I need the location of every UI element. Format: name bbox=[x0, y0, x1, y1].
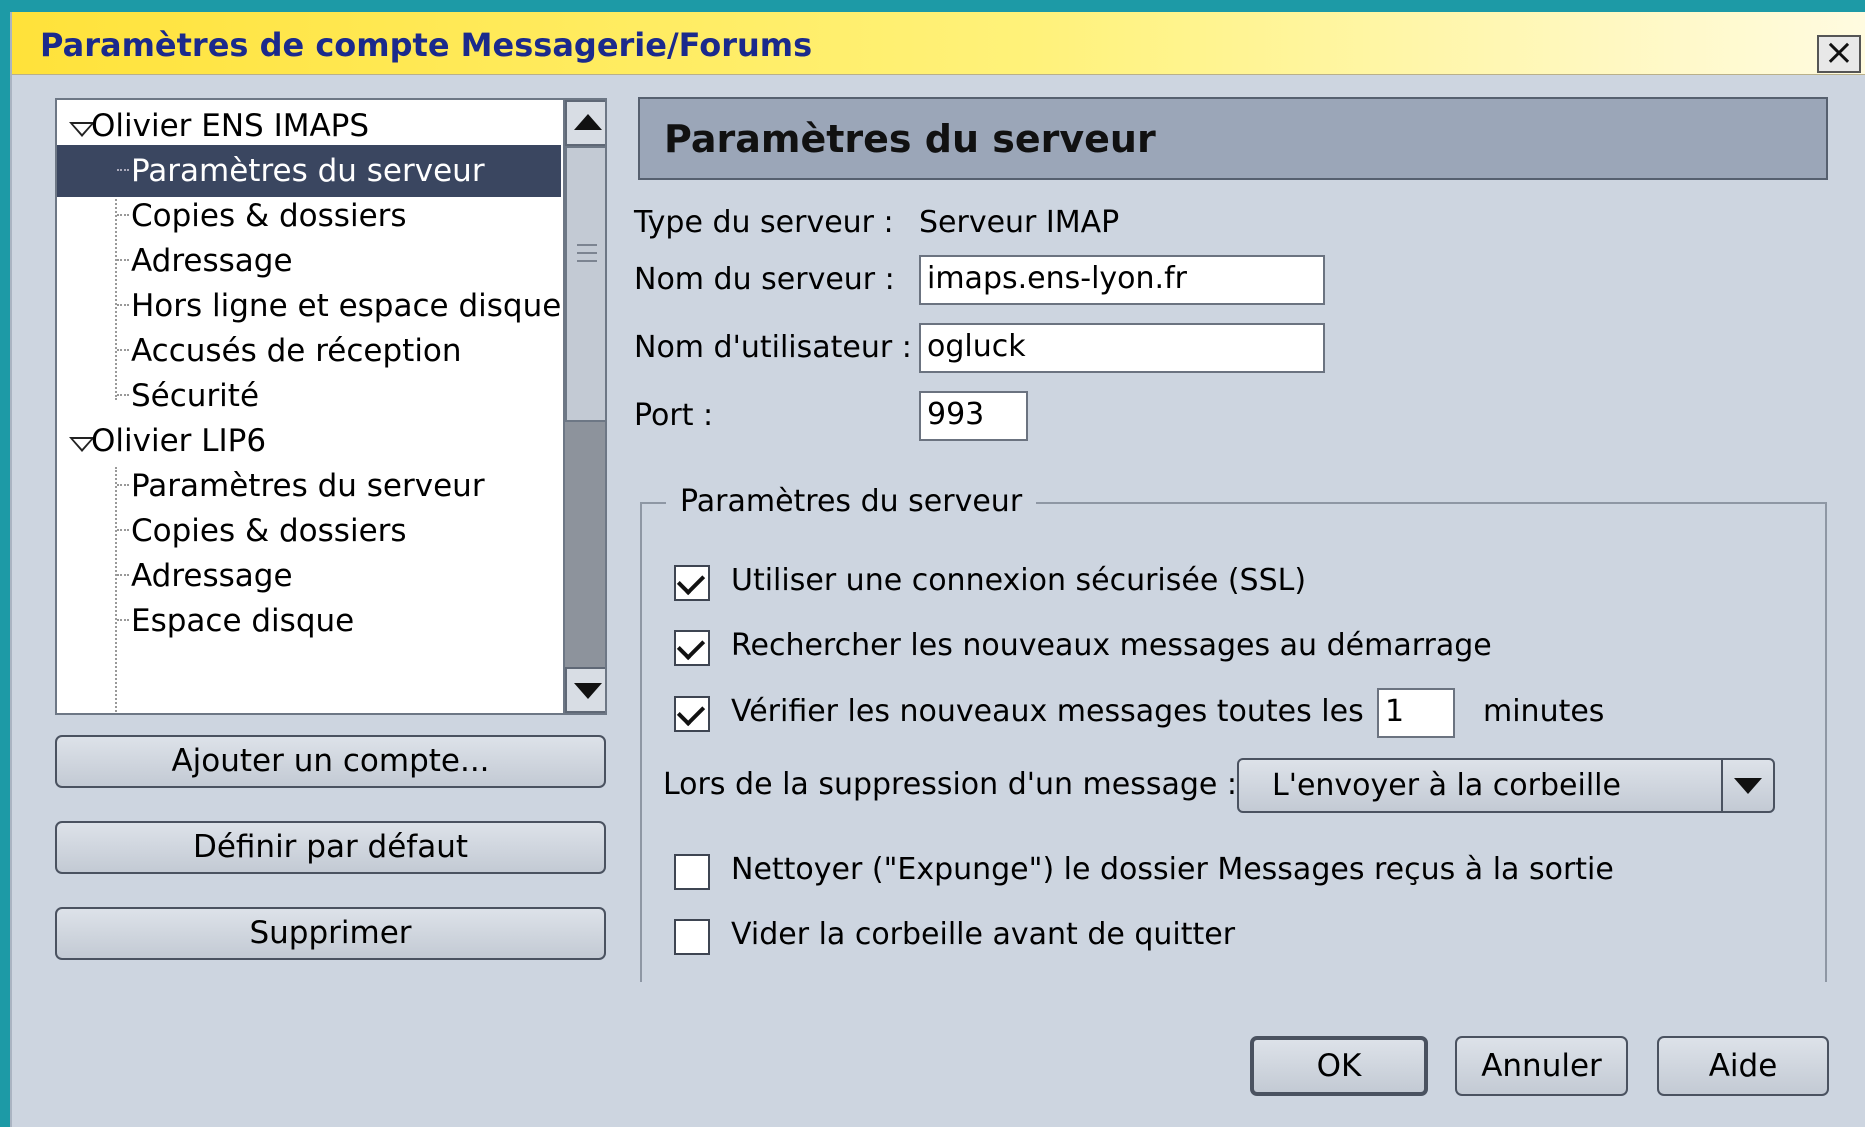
server-type-value: Serveur IMAP bbox=[919, 205, 1120, 240]
server-name-input[interactable]: imaps.ens-lyon.fr bbox=[919, 255, 1325, 305]
expunge-checkbox[interactable] bbox=[674, 854, 710, 890]
panel-title: Paramètres du serveur bbox=[664, 117, 1156, 161]
account-tree[interactable]: Olivier ENS IMAPS Paramètres du serveur … bbox=[55, 98, 607, 715]
scroll-down-button[interactable] bbox=[565, 667, 605, 713]
server-type-label: Type du serveur : bbox=[634, 205, 894, 240]
chevron-down-icon bbox=[1734, 778, 1762, 794]
add-account-button[interactable]: Ajouter un compte... bbox=[55, 735, 606, 788]
username-input[interactable]: ogluck bbox=[919, 323, 1325, 373]
checkmark-icon bbox=[676, 566, 706, 596]
server-name-label: Nom du serveur : bbox=[634, 262, 895, 297]
port-label: Port : bbox=[634, 398, 714, 433]
tree-scrollbar[interactable] bbox=[563, 100, 605, 713]
minutes-label: minutes bbox=[1483, 694, 1605, 729]
check-startup-checkbox[interactable] bbox=[674, 630, 710, 666]
ssl-checkbox[interactable] bbox=[674, 565, 710, 601]
check-interval-input[interactable]: 1 bbox=[1377, 688, 1455, 738]
on-delete-label: Lors de la suppression d'un message : bbox=[663, 767, 1238, 802]
title-bar: Paramètres de compte Messagerie/Forums × bbox=[12, 12, 1865, 75]
help-button[interactable]: Aide bbox=[1657, 1036, 1829, 1096]
delete-account-button[interactable]: Supprimer bbox=[55, 907, 606, 960]
check-every-checkbox[interactable] bbox=[674, 696, 710, 732]
username-label: Nom d'utilisateur : bbox=[634, 330, 912, 365]
on-delete-select[interactable]: L'envoyer à la corbeille bbox=[1237, 758, 1775, 813]
scroll-up-button[interactable] bbox=[565, 100, 605, 146]
cancel-button[interactable]: Annuler bbox=[1455, 1036, 1628, 1096]
check-startup-label: Rechercher les nouveaux messages au déma… bbox=[731, 628, 1492, 663]
server-settings-legend: Paramètres du serveur bbox=[666, 484, 1037, 519]
port-input[interactable]: 993 bbox=[919, 391, 1028, 441]
tree-item-disk-space-2[interactable]: Espace disque bbox=[57, 595, 561, 647]
arrow-down-icon bbox=[574, 683, 602, 699]
panel-header: Paramètres du serveur bbox=[638, 97, 1828, 180]
scroll-thumb[interactable] bbox=[565, 146, 605, 422]
arrow-up-icon bbox=[574, 114, 602, 130]
ok-button[interactable]: OK bbox=[1250, 1036, 1428, 1096]
expunge-label: Nettoyer ("Expunge") le dossier Messages… bbox=[731, 852, 1614, 887]
close-icon: × bbox=[1823, 32, 1855, 73]
empty-trash-checkbox[interactable] bbox=[674, 919, 710, 955]
checkmark-icon bbox=[676, 631, 706, 661]
close-button[interactable]: × bbox=[1817, 35, 1861, 73]
window-title: Paramètres de compte Messagerie/Forums bbox=[40, 26, 813, 64]
on-delete-value: L'envoyer à la corbeille bbox=[1272, 768, 1621, 803]
check-every-label: Vérifier les nouveaux messages toutes le… bbox=[731, 694, 1364, 729]
tree-item-label: Espace disque bbox=[131, 603, 355, 639]
set-default-button[interactable]: Définir par défaut bbox=[55, 821, 606, 874]
checkmark-icon bbox=[676, 697, 706, 727]
empty-trash-label: Vider la corbeille avant de quitter bbox=[731, 917, 1236, 952]
ssl-label: Utiliser une connexion sécurisée (SSL) bbox=[731, 563, 1307, 598]
